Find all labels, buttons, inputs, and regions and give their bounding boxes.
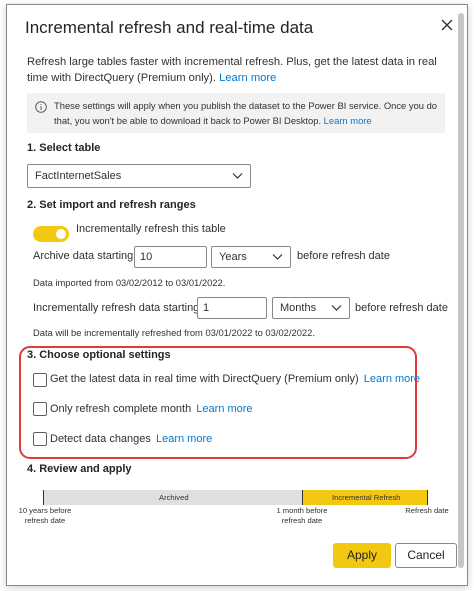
directquery-option: Get the latest data in real time with Di… xyxy=(50,373,420,385)
table-dropdown[interactable]: FactInternetSales xyxy=(27,164,251,188)
intro-text: Refresh large tables faster with increme… xyxy=(27,54,442,86)
info-learn-more-link[interactable]: Learn more xyxy=(324,115,372,126)
timeline-mid-label: 1 month before refresh date xyxy=(269,506,335,526)
archive-unit-dropdown[interactable]: Years xyxy=(211,246,291,268)
archive-label: Archive data starting xyxy=(33,250,134,262)
incremental-bar-label: Incremental Refresh xyxy=(332,493,401,502)
incremental-refresh-dialog: Incremental refresh and real-time data R… xyxy=(6,4,468,586)
timeline-mid-line1: 1 month before xyxy=(276,506,328,515)
directquery-label: Get the latest data in real time with Di… xyxy=(50,373,359,385)
select-table-heading: 1. Select table xyxy=(27,142,101,154)
review-apply-heading: 4. Review and apply xyxy=(27,463,132,475)
timeline-mid-tick xyxy=(302,490,303,505)
detect-changes-learn-more-link[interactable]: Learn more xyxy=(156,433,212,445)
table-dropdown-value: FactInternetSales xyxy=(35,170,122,182)
timeline-start-tick xyxy=(43,490,44,505)
incremental-note: Data will be incrementally refreshed fro… xyxy=(33,327,315,338)
detect-changes-label: Detect data changes xyxy=(50,433,151,445)
import-refresh-heading: 2. Set import and refresh ranges xyxy=(27,199,196,211)
directquery-checkbox[interactable] xyxy=(33,373,47,387)
archived-bar-label: Archived xyxy=(159,493,189,502)
chevron-down-icon xyxy=(232,173,243,179)
detect-changes-option: Detect data changes Learn more xyxy=(50,433,212,445)
info-message: These settings will apply when you publi… xyxy=(54,98,439,128)
chevron-down-icon xyxy=(272,254,283,260)
timeline-mid-line2: refresh date xyxy=(281,516,323,525)
incremental-unit-dropdown[interactable]: Months xyxy=(272,297,350,319)
toggle-knob xyxy=(56,229,66,239)
cancel-button[interactable]: Cancel xyxy=(395,543,457,568)
incremental-number-input[interactable]: 1 xyxy=(197,297,267,319)
info-description: These settings will apply when you publi… xyxy=(54,100,438,126)
complete-month-learn-more-link[interactable]: Learn more xyxy=(196,403,252,415)
optional-settings-heading: 3. Choose optional settings xyxy=(27,349,171,361)
directquery-learn-more-link[interactable]: Learn more xyxy=(364,373,420,385)
dialog-scrollbar[interactable] xyxy=(458,13,464,573)
dialog-title: Incremental refresh and real-time data xyxy=(25,18,314,37)
timeline-end-label: Refresh date xyxy=(405,506,449,515)
timeline-start-line2: refresh date xyxy=(24,516,66,525)
archive-number-input[interactable]: 10 xyxy=(134,246,207,268)
incremental-unit-value: Months xyxy=(280,302,317,314)
archive-note: Data imported from 03/02/2012 to 03/01/2… xyxy=(33,277,226,288)
intro-learn-more-link[interactable]: Learn more xyxy=(219,72,276,84)
close-icon xyxy=(441,19,453,31)
timeline-end-tick xyxy=(427,490,428,505)
chevron-down-icon xyxy=(331,305,342,311)
toggle-label: Incrementally refresh this table xyxy=(76,223,226,235)
detect-changes-checkbox[interactable] xyxy=(33,432,47,446)
timeline-start-line1: 10 years before xyxy=(18,506,72,515)
apply-button[interactable]: Apply xyxy=(333,543,391,568)
timeline-start-label: 10 years before refresh date xyxy=(15,506,75,526)
info-icon xyxy=(35,101,47,113)
info-banner: These settings will apply when you publi… xyxy=(27,93,445,133)
complete-month-option: Only refresh complete month Learn more xyxy=(50,403,253,415)
incremental-suffix: before refresh date xyxy=(355,302,448,314)
incremental-refresh-toggle[interactable] xyxy=(33,226,69,242)
complete-month-label: Only refresh complete month xyxy=(50,403,192,415)
incremental-label: Incrementally refresh data starting xyxy=(33,302,200,314)
close-button[interactable] xyxy=(439,17,455,33)
complete-month-checkbox[interactable] xyxy=(33,402,47,416)
archive-unit-value: Years xyxy=(219,251,247,263)
archive-suffix: before refresh date xyxy=(297,250,390,262)
scrollbar-thumb[interactable] xyxy=(458,13,464,568)
